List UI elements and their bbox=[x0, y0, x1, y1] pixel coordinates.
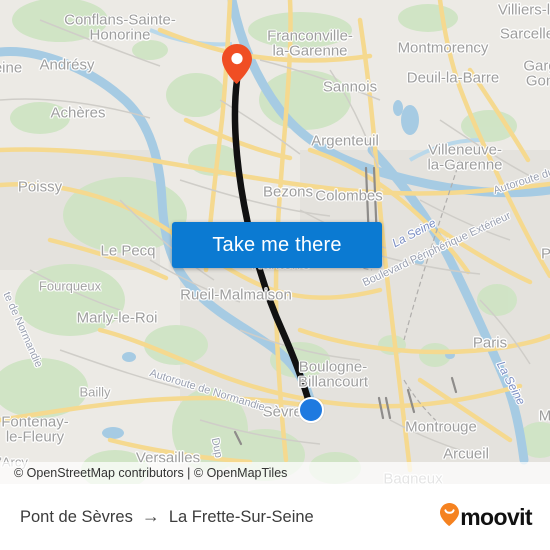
destination-map-dot bbox=[298, 397, 324, 423]
moovit-pin-icon bbox=[440, 503, 460, 531]
route-footer: Pont de Sèvres → La Frette-Sur-Seine moo… bbox=[0, 484, 550, 550]
route-destination-label: La Frette-Sur-Seine bbox=[168, 507, 314, 526]
map-attribution: © OpenStreetMap contributors | © OpenMap… bbox=[0, 462, 550, 484]
moovit-wordmark: moovit bbox=[460, 503, 532, 530]
take-me-there-button[interactable]: Take me there bbox=[172, 222, 382, 268]
route-origin-label: Pont de Sèvres bbox=[20, 507, 133, 526]
map-attribution-text[interactable]: © OpenStreetMap contributors | © OpenMap… bbox=[14, 466, 287, 480]
route-summary: Pont de Sèvres → La Frette-Sur-Seine bbox=[20, 506, 314, 527]
moovit-route-map-screen: Conflans-Sainte-Honorine Andrésy eine Ac… bbox=[0, 0, 550, 550]
arrow-right-icon: → bbox=[141, 506, 160, 526]
map-canvas[interactable]: Conflans-Sainte-Honorine Andrésy eine Ac… bbox=[0, 0, 550, 484]
moovit-logo[interactable]: moovit bbox=[440, 503, 533, 531]
